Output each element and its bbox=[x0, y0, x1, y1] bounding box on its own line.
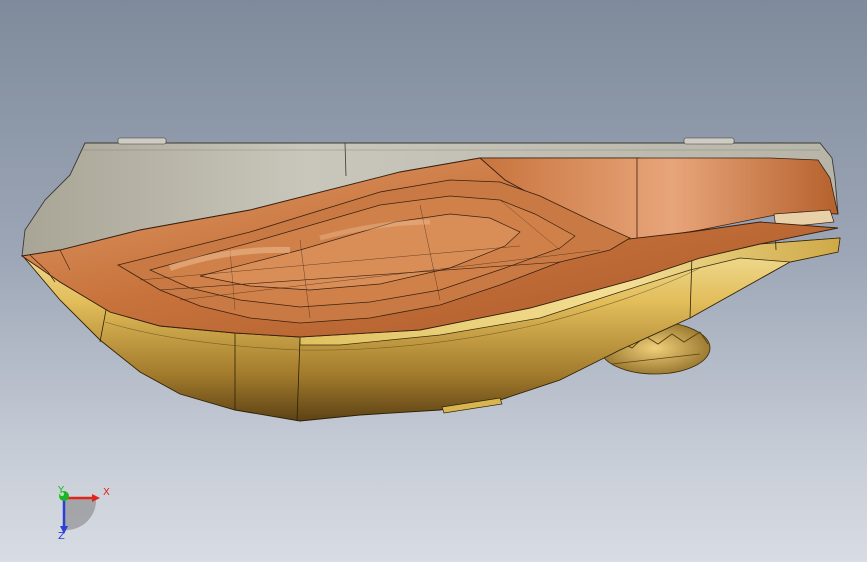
x-axis-label: X bbox=[103, 487, 110, 498]
z-axis-label: Z bbox=[58, 531, 65, 542]
coordinate-triad bbox=[59, 491, 100, 534]
triad-plane-shade bbox=[64, 498, 97, 531]
y-axis-label: Y bbox=[58, 485, 65, 496]
graphics-viewport[interactable]: X Y Z bbox=[0, 0, 867, 562]
